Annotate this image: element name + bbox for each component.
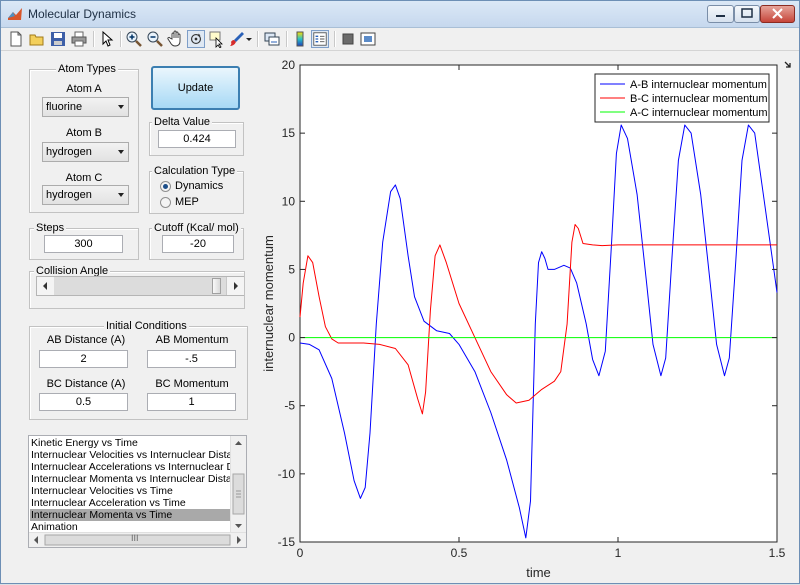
y-tick-label: -5	[284, 399, 295, 413]
x-tick-label: 1.5	[769, 546, 786, 560]
legend-label: B-C internuclear momentum	[630, 93, 768, 105]
x-tick-label: 0.5	[451, 546, 468, 560]
y-tick-label: -15	[278, 535, 296, 549]
legend-label: A-C internuclear momentum	[630, 107, 768, 119]
plot-axes	[299, 64, 778, 543]
x-tick-label: 1	[615, 546, 622, 560]
app-window: Molecular Dynamics Atom Types Atom A flu…	[0, 0, 800, 584]
y-tick-label: 5	[288, 262, 295, 276]
x-axis-label: time	[526, 565, 551, 580]
y-tick-label: 0	[288, 331, 295, 345]
y-tick-label: 10	[282, 194, 296, 208]
y-tick-label: 15	[282, 126, 296, 140]
x-tick-label: 0	[297, 546, 304, 560]
legend-label: A-B internuclear momentum	[630, 79, 767, 91]
y-tick-label: 20	[282, 58, 296, 72]
y-axis-label: internuclear momentum	[261, 235, 276, 372]
momentum-chart: 0 0.5 1 1.5 -15 -10 -5 0 5 10 15 20 time internuclear…	[261, 58, 786, 580]
y-tick-label: -10	[278, 467, 296, 481]
